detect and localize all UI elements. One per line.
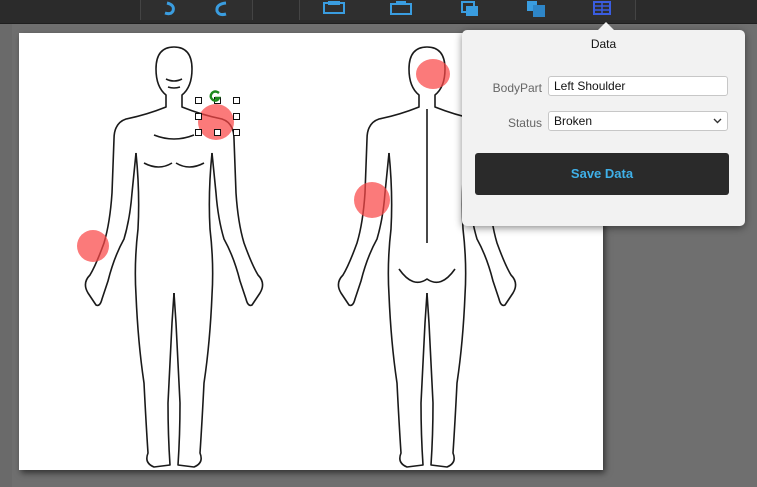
popover-arrow — [597, 22, 615, 31]
redo-icon — [215, 1, 227, 17]
export-icon — [390, 1, 412, 15]
front-body-figure — [84, 46, 264, 468]
marker-front-right-forearm[interactable] — [77, 230, 109, 262]
bodypart-input[interactable]: Left Shoulder — [548, 76, 728, 96]
marker-back-head[interactable] — [416, 59, 450, 89]
selection-box — [195, 97, 240, 136]
popover-title: Data — [590, 37, 617, 51]
save-data-button[interactable]: Save Data — [475, 153, 729, 195]
chevron-down-icon — [713, 118, 722, 124]
resize-handle[interactable] — [233, 97, 240, 104]
print-button[interactable] — [299, 0, 369, 20]
bodypart-label: BodyPart — [492, 81, 542, 95]
data-table-button[interactable] — [569, 0, 636, 20]
layer-icon — [527, 1, 545, 17]
top-toolbar — [0, 0, 757, 24]
data-table-icon — [593, 1, 611, 15]
resize-handle[interactable] — [195, 97, 202, 104]
copy-button[interactable] — [435, 0, 504, 20]
export-button[interactable] — [367, 0, 436, 20]
left-panel-edge — [0, 24, 12, 487]
undo-icon — [164, 1, 175, 16]
resize-handle[interactable] — [195, 113, 202, 120]
rotate-handle-icon[interactable] — [207, 89, 223, 103]
marker-back-left-upper-arm[interactable] — [354, 182, 390, 218]
resize-handle[interactable] — [214, 129, 221, 136]
redo-button[interactable] — [188, 0, 253, 20]
copy-icon — [461, 1, 478, 16]
resize-handle[interactable] — [233, 129, 240, 136]
data-popover: Data BodyPart Left Shoulder Status Broke… — [462, 22, 745, 226]
print-icon — [323, 1, 345, 14]
status-label: Status — [507, 116, 542, 130]
status-select[interactable]: Broken — [548, 111, 728, 131]
resize-handle[interactable] — [233, 113, 240, 120]
layer-button[interactable] — [503, 0, 570, 20]
status-select-value: Broken — [554, 114, 593, 128]
resize-handle[interactable] — [195, 129, 202, 136]
